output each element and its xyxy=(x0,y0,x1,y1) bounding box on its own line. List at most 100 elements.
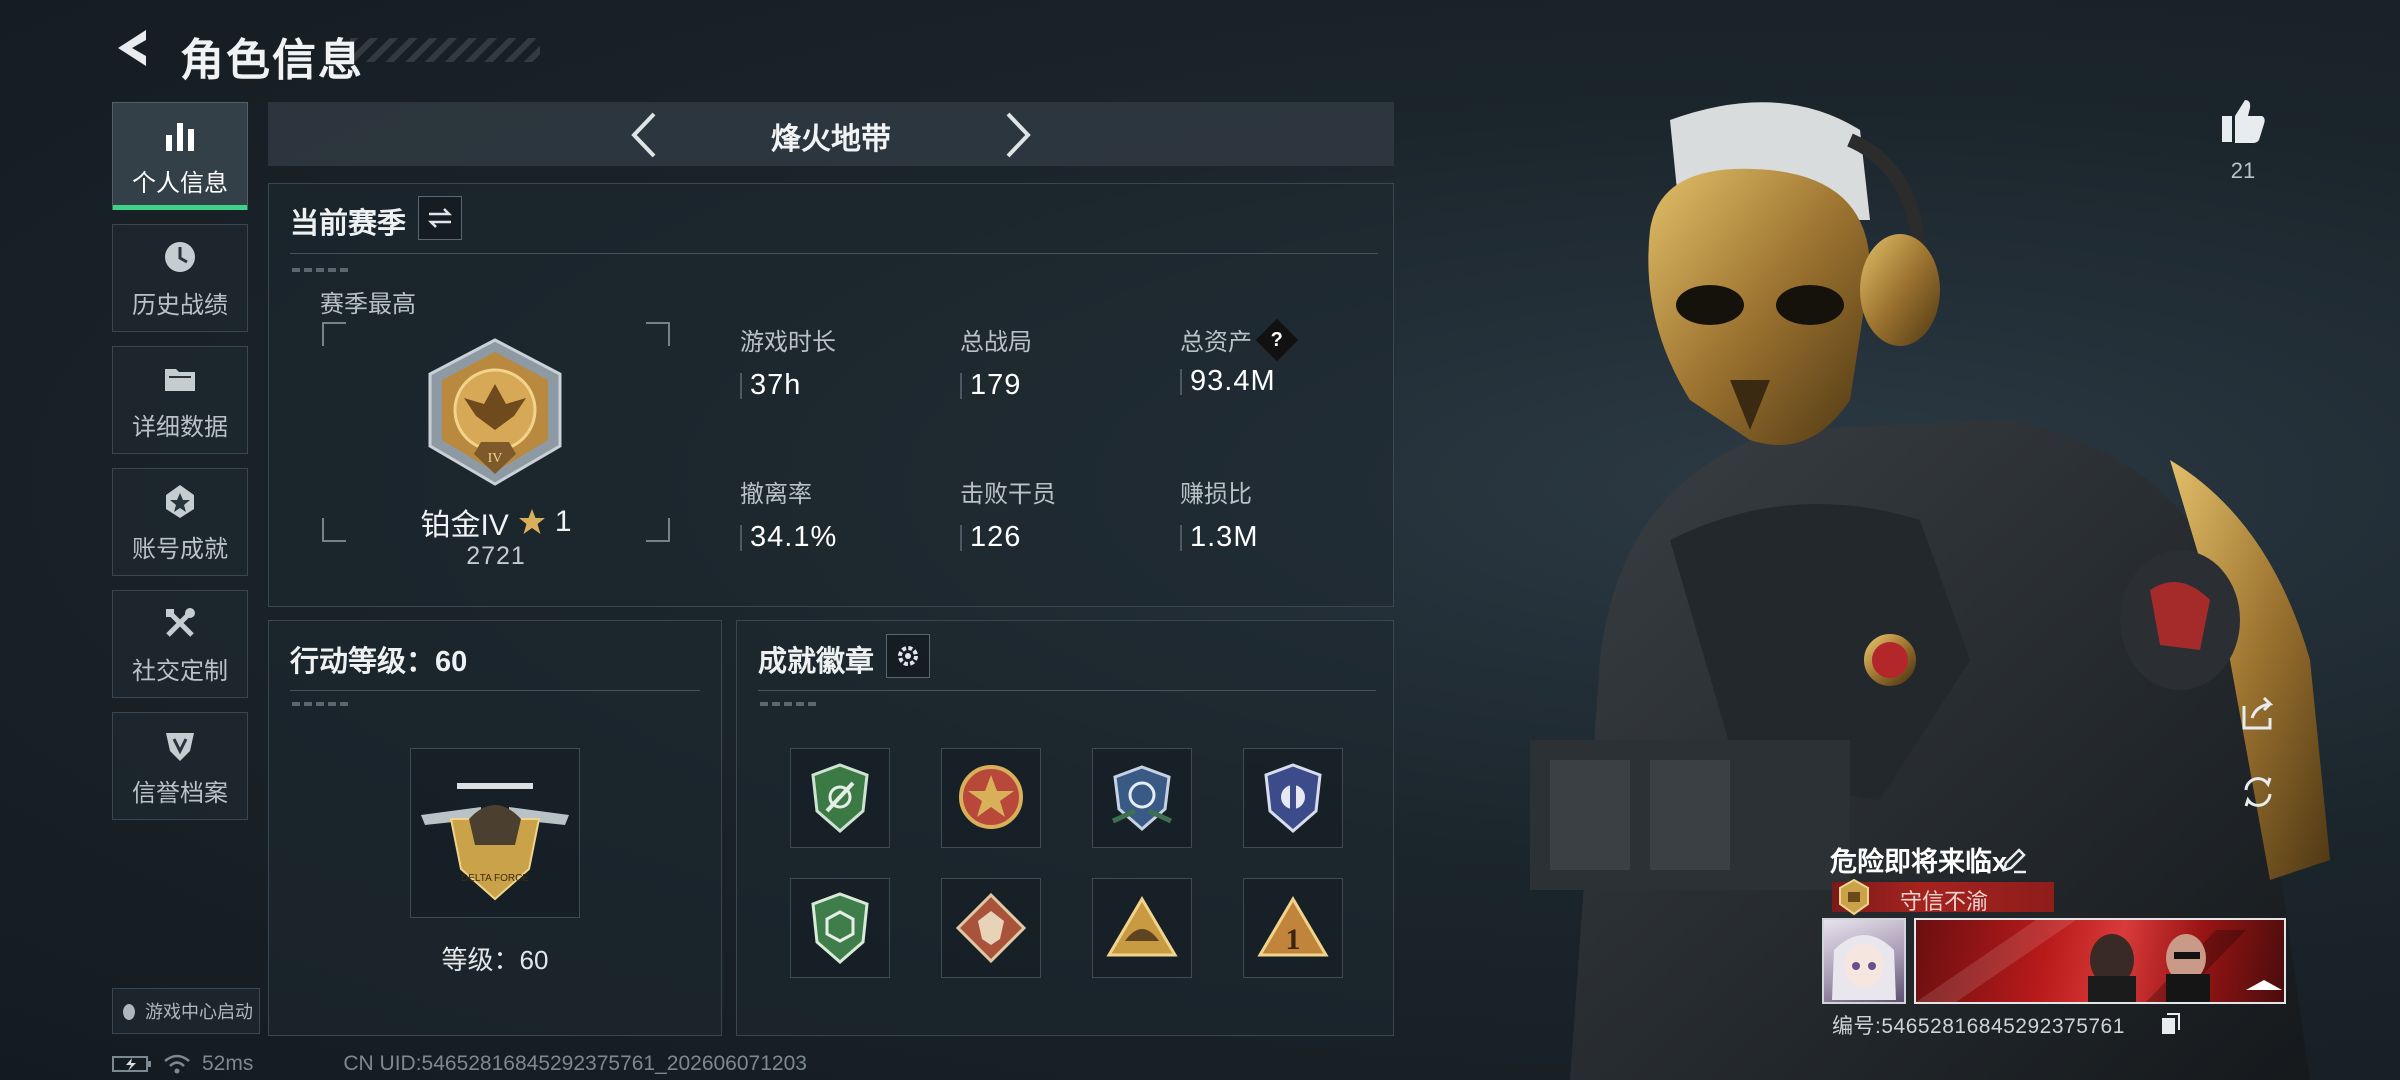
player-card-banner[interactable] xyxy=(1914,918,2286,1004)
svg-text:IV: IV xyxy=(488,451,503,466)
nav-item-credit-archive[interactable]: 信誉档案 xyxy=(112,712,248,820)
divider xyxy=(758,690,1376,691)
battery-icon xyxy=(112,1056,151,1072)
stat-label: 赚损比 xyxy=(1180,481,1252,508)
folder-icon xyxy=(165,368,195,391)
stat-value: 1.3M xyxy=(1190,521,1259,553)
rank-name: 铂金IV xyxy=(420,509,509,542)
banner-artwork xyxy=(1916,920,2282,1002)
badge-slot[interactable] xyxy=(790,878,890,978)
stat-value: 126 xyxy=(970,521,1022,553)
number-one-badge-icon: 1 xyxy=(1257,896,1329,957)
chevron-right-icon[interactable] xyxy=(1000,110,1036,160)
help-button[interactable]: ? xyxy=(1255,318,1299,361)
stat-label: 击败干员 xyxy=(960,481,1056,508)
season-title: 当前赛季 xyxy=(290,208,407,240)
shield-emblem-icon xyxy=(166,732,194,761)
ping-value: 52ms xyxy=(202,1052,254,1075)
title-decoration xyxy=(350,38,540,62)
platinum-rank-emblem-icon: IV xyxy=(428,338,562,486)
wifi-icon xyxy=(164,1054,190,1074)
level-emblem-frame: DELTA FORCE xyxy=(410,748,580,918)
stat-value: 34.1% xyxy=(750,521,838,553)
player-card-id: 编号:54652816845292375761 xyxy=(1832,1015,2125,1038)
share-icon[interactable] xyxy=(2236,692,2280,736)
star-emblem-badge-icon xyxy=(959,765,1023,829)
badges-title: 成就徽章 xyxy=(758,646,875,678)
dash-decoration xyxy=(292,268,352,272)
nav-item-label: 详细数据 xyxy=(132,413,228,441)
badge-slot[interactable] xyxy=(790,748,890,848)
green-hex-badge-icon xyxy=(811,892,869,964)
badge-slot[interactable] xyxy=(1243,748,1343,848)
stat-value: 93.4M xyxy=(1190,365,1276,397)
stat-total-assets: 总资产 ? 93.4M xyxy=(1180,318,1299,398)
star-icon xyxy=(518,509,545,534)
player-card-name: 危险即将来临x xyxy=(1830,847,2008,877)
anime-avatar-image xyxy=(1832,935,1896,1000)
badge-slot[interactable]: 1 xyxy=(1243,878,1343,978)
action-level-title: 行动等级：60 xyxy=(290,646,468,678)
nav-item-label: 社交定制 xyxy=(132,657,228,685)
rank-points: 2721 xyxy=(466,542,526,570)
gear-icon xyxy=(898,646,918,666)
divider xyxy=(290,690,700,691)
penguin-icon xyxy=(123,1004,135,1020)
rank-name-row: 铂金IV 1 xyxy=(322,500,670,544)
svg-text:1: 1 xyxy=(1286,923,1301,956)
dash-decoration xyxy=(292,702,352,706)
help-icon: ? xyxy=(1270,328,1284,350)
like-count: 21 xyxy=(2230,158,2256,183)
clock-icon xyxy=(165,241,195,272)
nav-item-match-history[interactable]: 历史战绩 xyxy=(112,224,248,332)
nav-item-personal-info[interactable]: 个人信息 xyxy=(112,102,248,210)
badge-slot[interactable] xyxy=(941,878,1041,978)
nav-item-label: 个人信息 xyxy=(132,169,228,197)
edit-icon[interactable] xyxy=(2000,846,2028,874)
thumbs-up-icon[interactable] xyxy=(2218,96,2268,146)
avatar[interactable] xyxy=(1822,918,1906,1004)
honor-title: 守信不渝 xyxy=(1900,889,1989,914)
nav-item-label: 账号成就 xyxy=(132,535,228,563)
season-best-label: 赛季最高 xyxy=(320,291,416,318)
switch-season-button[interactable] xyxy=(418,196,462,240)
status-bar: 52ms CN UID:54652816845292375761_2026060… xyxy=(112,1052,807,1076)
achievement-icon xyxy=(166,484,194,518)
green-shield-badge-icon xyxy=(811,763,869,833)
nav-item-social-custom[interactable]: 社交定制 xyxy=(112,590,248,698)
badge-slot[interactable] xyxy=(1092,748,1192,848)
uid-text: CN UID:54652816845292375761_202606071203 xyxy=(343,1052,807,1075)
divider xyxy=(290,253,1378,254)
stat-label: 游戏时长 xyxy=(740,329,836,356)
nav-item-achievements[interactable]: 账号成就 xyxy=(112,468,248,576)
copy-icon[interactable] xyxy=(2160,1012,2182,1036)
rank-stars: 1 xyxy=(554,505,572,538)
badge-settings-button[interactable] xyxy=(886,634,930,678)
svg-text:DELTA FORCE: DELTA FORCE xyxy=(461,873,529,884)
nav-item-label: 信誉档案 xyxy=(132,779,228,807)
stat-label: 总战局 xyxy=(960,329,1032,356)
back-arrow-icon[interactable] xyxy=(112,26,152,70)
gold-triangle-badge-icon xyxy=(1106,896,1178,957)
dash-decoration xyxy=(760,702,820,706)
badge-slot[interactable] xyxy=(1092,878,1192,978)
refresh-icon[interactable] xyxy=(2236,770,2280,814)
stat-play-time: 游戏时长 37h xyxy=(740,322,836,402)
helicopter-emblem-icon: DELTA FORCE xyxy=(421,783,569,901)
stat-total-matches: 总战局 179 xyxy=(960,322,1032,402)
stat-profit-loss-ratio: 赚损比 1.3M xyxy=(1180,474,1258,554)
game-center-launch-button[interactable]: 游戏中心启动 xyxy=(112,988,260,1034)
stat-value: 179 xyxy=(970,369,1022,401)
page-title: 角色信息 xyxy=(180,36,364,85)
navy-shield-badge-icon xyxy=(1264,763,1322,833)
nav-item-detailed-data[interactable]: 详细数据 xyxy=(112,346,248,454)
swap-icon xyxy=(427,208,453,228)
game-center-label: 游戏中心启动 xyxy=(145,1002,253,1022)
stat-operators-defeated: 击败干员 126 xyxy=(960,474,1056,554)
tools-icon xyxy=(166,607,195,637)
stat-label: 总资产 xyxy=(1180,329,1252,356)
blue-wings-badge-icon xyxy=(1111,765,1173,831)
badge-slot[interactable] xyxy=(941,748,1041,848)
mode-title: 烽火地带 xyxy=(771,123,891,156)
level-label: 等级：60 xyxy=(441,945,549,975)
